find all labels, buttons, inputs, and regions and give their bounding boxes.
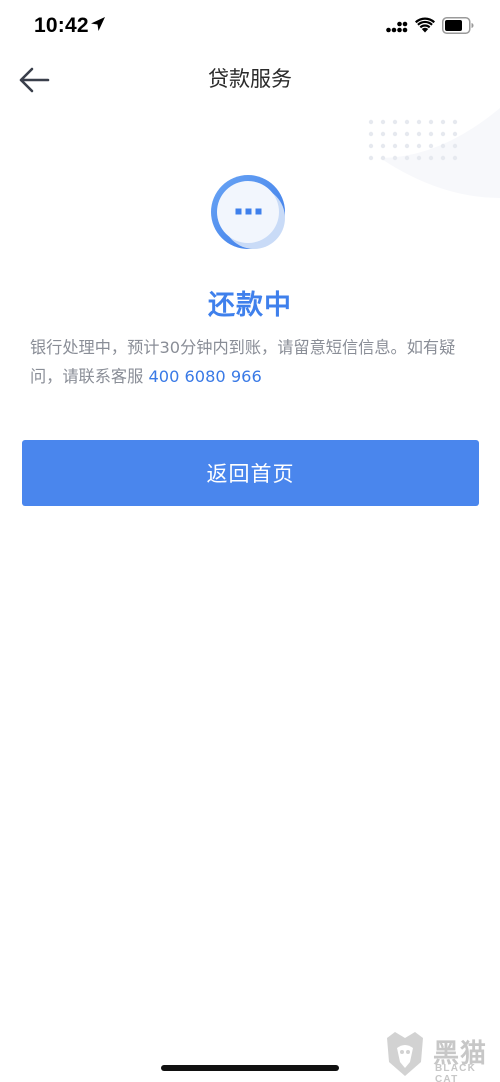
status-time: 10:42 — [34, 14, 89, 37]
status-bar: 10:42 — [0, 0, 500, 54]
battery-icon — [442, 17, 474, 34]
home-indicator — [161, 1065, 339, 1071]
status-description: 银行处理中，预计30分钟内到账，请留意短信信息。如有疑问，请联系客服 400 6… — [30, 333, 472, 391]
status-title: 还款中 — [208, 290, 292, 321]
wifi-icon — [415, 17, 435, 33]
black-cat-watermark: 黑猫 BLACK CAT — [385, 1030, 495, 1082]
cellular-signal-icon — [386, 21, 408, 33]
location-arrow-icon — [91, 17, 105, 31]
dots-decoration — [368, 119, 458, 161]
return-home-button[interactable]: 返回首页 — [22, 440, 479, 506]
watermark-en-text: BLACK CAT — [435, 1063, 476, 1082]
customer-service-phone-link[interactable]: 400 6080 966 — [148, 367, 261, 386]
black-cat-logo-icon — [387, 1032, 423, 1076]
more-dots-icon — [211, 175, 285, 249]
